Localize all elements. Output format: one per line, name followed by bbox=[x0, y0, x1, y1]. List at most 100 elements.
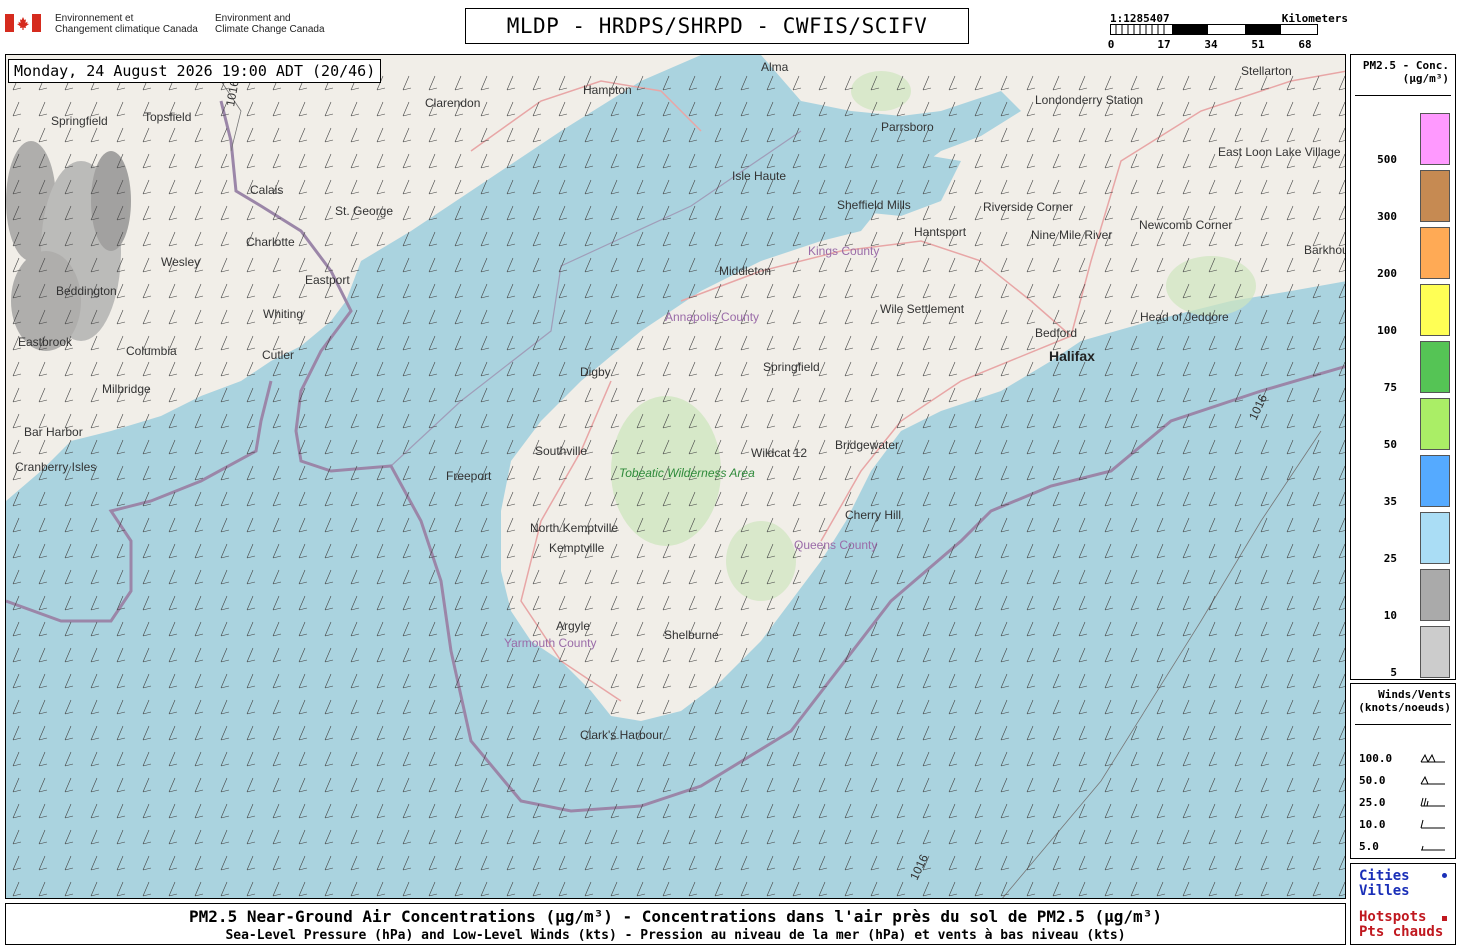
forest-queens bbox=[726, 521, 796, 601]
place-label: Hampton bbox=[583, 83, 632, 97]
pm25-swatch-label: 10 bbox=[1383, 609, 1397, 622]
place-label: Parrsboro bbox=[881, 120, 934, 134]
pm25-swatch bbox=[1420, 398, 1450, 450]
pm25-swatch bbox=[1420, 113, 1450, 165]
place-label: Alma bbox=[761, 60, 789, 74]
wind-barb-icon bbox=[1421, 845, 1445, 851]
wind-legend: Winds/Vents (knots/noeuds) 100.0 50.0 25.0… bbox=[1350, 683, 1456, 859]
pm25-legend-title-line1: PM2.5 - Conc. bbox=[1362, 59, 1449, 72]
wind-legend-row: 100.0 bbox=[1359, 752, 1451, 766]
place-label: Hantsport bbox=[914, 225, 967, 239]
wind-legend-title-line1: Winds/Vents bbox=[1378, 688, 1451, 701]
wind-legend-row: 50.0 bbox=[1359, 774, 1451, 788]
map-canvas[interactable]: Alma Stellarton Hampton Clarendon Londonderr… bbox=[5, 54, 1346, 899]
pm25-swatch-label: 300 bbox=[1377, 210, 1397, 223]
place-label: Londonderry Station bbox=[1035, 93, 1143, 107]
gov-en-line2: Climate Change Canada bbox=[215, 24, 325, 35]
place-label: Bridgewater bbox=[835, 438, 899, 452]
scale-tick: 0 bbox=[1107, 38, 1115, 51]
place-label: Digby bbox=[580, 365, 611, 379]
place-label: Columbia bbox=[126, 344, 177, 358]
place-label: Cherry Hill bbox=[845, 508, 901, 522]
place-label: Clarendon bbox=[425, 96, 480, 110]
wind-barb-icon bbox=[1420, 819, 1445, 829]
gov-en-line1: Environment and bbox=[215, 13, 291, 24]
pm25-swatch-label: 5 bbox=[1390, 666, 1397, 679]
map-caption: PM2.5 Near-Ground Air Concentrations (µg… bbox=[5, 903, 1346, 945]
pm25-swatch bbox=[1420, 626, 1450, 678]
place-label: Cranberry Isles bbox=[15, 460, 96, 474]
pm25-swatch-label: 200 bbox=[1377, 267, 1397, 280]
caption-line1: PM2.5 Near-Ground Air Concentrations (µg… bbox=[189, 907, 1162, 926]
legend-divider bbox=[1355, 95, 1451, 96]
place-label: Shelburne bbox=[664, 628, 719, 642]
wind-legend-title-line2: (knots/noeuds) bbox=[1358, 701, 1451, 714]
place-label: Halifax bbox=[1049, 348, 1095, 364]
pm25-swatch-label: 25 bbox=[1383, 552, 1397, 565]
cities-label-en: Cities bbox=[1359, 868, 1410, 884]
place-label: Springfield bbox=[51, 114, 108, 128]
markers-legend: Cities Villes Hotspots Pts chauds bbox=[1350, 863, 1456, 945]
hotspots-legend-label: Hotspots Pts chauds bbox=[1359, 910, 1443, 940]
caption-line2: Sea-Level Pressure (hPa) and Low-Level W… bbox=[225, 928, 1126, 943]
gov-wordmark-fr: Environnement et Changement climatique C… bbox=[55, 13, 198, 35]
forecast-timestamp: Monday, 24 August 2026 19:00 ADT (20/46) bbox=[8, 59, 382, 83]
wind-speed-label: 50.0 bbox=[1359, 774, 1386, 787]
place-label: Argyle bbox=[556, 619, 590, 633]
pm25-swatch bbox=[1420, 284, 1450, 336]
place-label: Wesley bbox=[161, 255, 200, 269]
place-label: Wile Settlement bbox=[880, 302, 965, 316]
place-label: Eastport bbox=[305, 273, 350, 287]
forest-jeddore bbox=[1166, 256, 1256, 316]
pm25-swatch-label: 500 bbox=[1377, 153, 1397, 166]
place-label: Bedford bbox=[1035, 326, 1077, 340]
pm25-legend-title: PM2.5 - Conc. (µg/m³) bbox=[1357, 59, 1449, 85]
place-label: Clark's Harbour bbox=[580, 728, 663, 742]
place-label: Newcomb Corner bbox=[1139, 218, 1232, 232]
pm25-swatch-label: 100 bbox=[1377, 324, 1397, 337]
pm25-swatch bbox=[1420, 227, 1450, 279]
hotspots-label-en: Hotspots bbox=[1359, 909, 1427, 925]
gov-fr-line2: Changement climatique Canada bbox=[55, 24, 198, 35]
place-label: Beddington bbox=[56, 284, 117, 298]
wind-legend-row: 10.0 bbox=[1359, 818, 1451, 832]
place-label: Barkhouse Settlement bbox=[1304, 243, 1346, 257]
place-label: Annapolis County bbox=[665, 310, 759, 324]
product-title: MLDP - HRDPS/SHRPD - CWFIS/SCIFV bbox=[465, 8, 969, 44]
place-label: Sheffield Mills bbox=[837, 198, 911, 212]
place-label: Kemptville bbox=[549, 541, 605, 555]
pm25-legend-title-line2: (µg/m³) bbox=[1402, 72, 1449, 85]
canada-flag-icon bbox=[5, 14, 41, 32]
gov-wordmark-en: Environment and Climate Change Canada bbox=[215, 13, 325, 35]
place-label: Milbridge bbox=[102, 382, 151, 396]
pm25-swatch bbox=[1420, 512, 1450, 564]
pm25-swatch bbox=[1420, 341, 1450, 393]
place-label: East Loon Lake Village bbox=[1218, 145, 1341, 159]
city-dot-icon bbox=[1442, 873, 1447, 878]
place-label: Riverside Corner bbox=[983, 200, 1073, 214]
gov-fr-line1: Environnement et bbox=[55, 13, 134, 24]
cities-label-fr: Villes bbox=[1359, 883, 1410, 899]
wind-barb-icon bbox=[1420, 797, 1445, 807]
legend-divider bbox=[1355, 724, 1451, 725]
place-label: Eastbrook bbox=[18, 335, 73, 349]
place-label: Charlotte bbox=[246, 235, 295, 249]
place-label: Cutler bbox=[262, 348, 294, 362]
hotspot-square-icon bbox=[1442, 916, 1447, 921]
wind-legend-row: 5.0 bbox=[1359, 840, 1451, 854]
wind-barb-icon bbox=[1420, 775, 1445, 785]
wind-speed-label: 10.0 bbox=[1359, 818, 1386, 831]
scale-tick: 68 bbox=[1298, 38, 1312, 51]
pm25-swatch bbox=[1420, 569, 1450, 621]
scale-bar: 1:1285407 Kilometers 0 17 34 51 68 bbox=[1108, 10, 1348, 52]
wind-speed-label: 100.0 bbox=[1359, 752, 1393, 765]
pm25-swatch-label: 35 bbox=[1383, 495, 1397, 508]
scale-tick: 51 bbox=[1251, 38, 1265, 51]
place-label: Wildcat 12 bbox=[751, 446, 807, 460]
pm25-swatch bbox=[1420, 455, 1450, 507]
place-label: Calais bbox=[250, 183, 283, 197]
place-label: Stellarton bbox=[1241, 64, 1292, 78]
place-label: Queens County bbox=[794, 538, 877, 552]
place-label: Southville bbox=[535, 444, 587, 458]
hotspots-label-fr: Pts chauds bbox=[1359, 924, 1444, 940]
